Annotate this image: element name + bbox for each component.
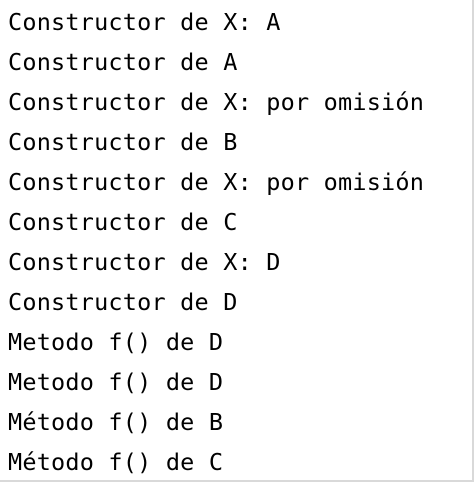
console-line: Constructor de X: por omisión	[8, 168, 425, 196]
console-line: Constructor de D	[8, 288, 238, 316]
console-line: Constructor de X: A	[8, 8, 281, 36]
console-line: Constructor de C	[8, 208, 238, 236]
console-output-panel[interactable]: Constructor de X: A Constructor de A Con…	[0, 0, 474, 482]
console-line: Constructor de X: D	[8, 248, 281, 276]
console-line: Metodo f() de D	[8, 328, 224, 356]
console-line: Constructor de A	[8, 48, 238, 76]
console-lines: Constructor de X: A Constructor de A Con…	[8, 2, 424, 482]
console-line: Constructor de B	[8, 128, 238, 156]
console-line: Método f() de B	[8, 408, 224, 436]
console-line: Metodo f() de D	[8, 368, 224, 396]
console-line: Constructor de X: por omisión	[8, 88, 425, 116]
console-line: Método f() de C	[8, 448, 224, 476]
